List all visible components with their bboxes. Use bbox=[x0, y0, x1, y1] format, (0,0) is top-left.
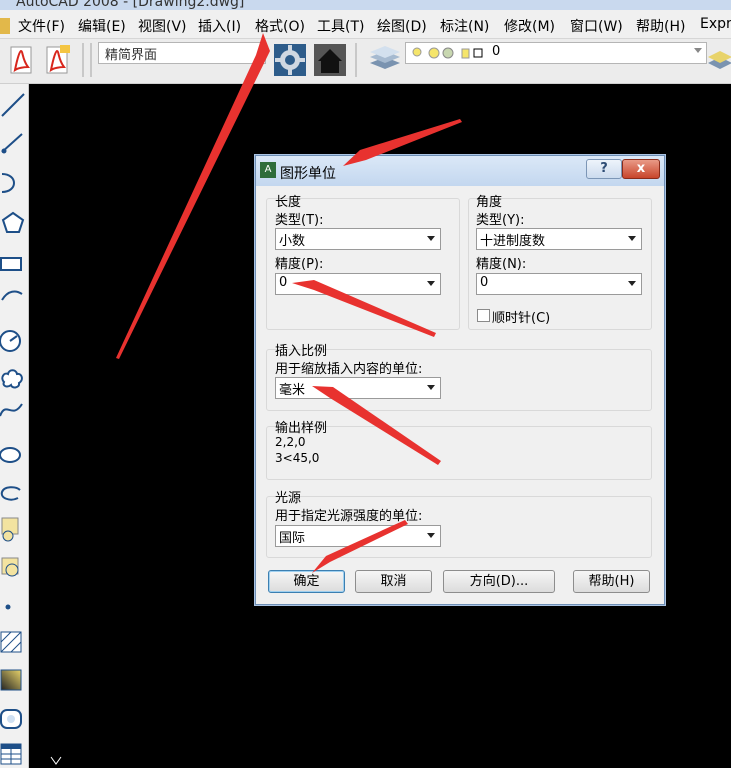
cancel-button[interactable]: 取消 bbox=[355, 570, 432, 593]
hatch-tool-icon[interactable] bbox=[0, 630, 26, 656]
workspace-value: 精简界面 bbox=[105, 48, 158, 63]
make-block-icon[interactable] bbox=[0, 556, 26, 582]
angle-precision-value: 0 bbox=[480, 275, 489, 290]
menu-help[interactable]: 帮助(H) bbox=[636, 16, 685, 36]
chevron-down-icon bbox=[427, 533, 435, 538]
lighting-group-label: 光源 bbox=[275, 491, 302, 506]
angle-precision-select[interactable]: 0 bbox=[476, 273, 642, 295]
insert-scale-select[interactable]: 毫米 bbox=[275, 377, 441, 399]
gradient-tool-icon[interactable] bbox=[0, 668, 26, 694]
angle-type-value: 十进制度数 bbox=[480, 234, 546, 249]
ok-button[interactable]: 确定 bbox=[268, 570, 345, 593]
chevron-down-icon bbox=[427, 281, 435, 286]
angle-group-label: 角度 bbox=[476, 195, 503, 210]
menu-edit[interactable]: 编辑(E) bbox=[78, 16, 126, 36]
insert-scale-value: 毫米 bbox=[279, 383, 306, 398]
rectangle-tool-icon[interactable] bbox=[0, 250, 26, 276]
length-type-select[interactable]: 小数 bbox=[275, 228, 441, 250]
layer-previous-icon[interactable] bbox=[708, 45, 731, 75]
layer-value: 0 bbox=[492, 44, 501, 59]
sample-output-line1: 2,2,0 bbox=[275, 435, 306, 449]
chevron-down-icon bbox=[628, 281, 636, 286]
menu-modify[interactable]: 修改(M) bbox=[504, 16, 555, 36]
table-tool-icon[interactable] bbox=[0, 740, 26, 766]
draw-toolbar bbox=[0, 84, 29, 768]
gear-icon[interactable] bbox=[273, 43, 307, 77]
sample-output-line2: 3<45,0 bbox=[275, 451, 320, 465]
length-group-label: 长度 bbox=[275, 195, 302, 210]
menu-window[interactable]: 窗口(W) bbox=[570, 16, 623, 36]
revision-cloud-icon[interactable] bbox=[0, 366, 26, 392]
layer-state-icons bbox=[412, 47, 483, 59]
menu-file[interactable]: 文件(F) bbox=[18, 16, 65, 36]
sample-output-group-label: 输出样例 bbox=[275, 421, 328, 436]
layers-icon[interactable] bbox=[368, 45, 402, 75]
menu-format[interactable]: 格式(O) bbox=[255, 16, 305, 36]
circle-tool-icon[interactable] bbox=[0, 328, 26, 354]
toolbar-separator bbox=[90, 43, 92, 77]
pdf-export-icon[interactable] bbox=[6, 43, 36, 77]
home-icon[interactable] bbox=[313, 43, 347, 77]
dialog-title-bar[interactable]: A 图形单位 ? x bbox=[256, 156, 664, 186]
ellipse-tool-icon[interactable] bbox=[0, 442, 26, 468]
length-type-value: 小数 bbox=[279, 234, 306, 249]
drawing-units-dialog: A 图形单位 ? x 长度 类型(T): 小数 精度(P): 0 角度 类型(Y… bbox=[255, 155, 665, 605]
angle-type-select[interactable]: 十进制度数 bbox=[476, 228, 642, 250]
lighting-desc: 用于指定光源强度的单位: bbox=[275, 509, 423, 524]
workspace-combo[interactable]: 精简界面 bbox=[98, 42, 266, 64]
region-tool-icon[interactable] bbox=[0, 706, 26, 732]
lighting-units-select[interactable]: 国际 bbox=[275, 525, 441, 547]
length-precision-select[interactable]: 0 bbox=[275, 273, 441, 295]
chevron-down-icon[interactable] bbox=[694, 48, 702, 53]
title-help-button[interactable]: ? bbox=[586, 159, 622, 179]
menu-express[interactable]: Expre bbox=[700, 16, 731, 32]
angle-type-label: 类型(Y): bbox=[476, 213, 525, 228]
ellipse-arc-tool-icon[interactable] bbox=[0, 480, 26, 506]
app-icon[interactable] bbox=[0, 18, 10, 34]
pdf-settings-icon[interactable] bbox=[42, 43, 72, 77]
length-precision-value: 0 bbox=[279, 275, 288, 290]
toolbar-separator bbox=[355, 43, 357, 77]
menu-dimension[interactable]: 标注(N) bbox=[440, 16, 489, 36]
menu-tools[interactable]: 工具(T) bbox=[317, 16, 364, 36]
chevron-down-icon bbox=[628, 236, 636, 241]
direction-button[interactable]: 方向(D)... bbox=[443, 570, 555, 593]
main-toolbar: 精简界面 0 bbox=[0, 39, 731, 84]
menu-bar: 文件(F) 编辑(E) 视图(V) 插入(I) 格式(O) 工具(T) 绘图(D… bbox=[0, 10, 731, 39]
chevron-down-icon bbox=[427, 236, 435, 241]
toolbar-separator bbox=[82, 43, 84, 77]
lighting-units-value: 国际 bbox=[279, 531, 306, 546]
clockwise-checkbox[interactable] bbox=[477, 309, 490, 322]
menu-view[interactable]: 视图(V) bbox=[138, 16, 187, 36]
clockwise-label: 顺时针(C) bbox=[492, 311, 551, 326]
menu-draw[interactable]: 绘图(D) bbox=[377, 16, 427, 36]
autocad-icon: A bbox=[260, 162, 276, 178]
insert-scale-group-label: 插入比例 bbox=[275, 344, 328, 359]
layer-combo[interactable]: 0 bbox=[405, 42, 707, 64]
close-button[interactable]: x bbox=[622, 159, 660, 179]
ucs-icon bbox=[50, 756, 62, 765]
window-title-bar: AutoCAD 2008 - [Drawing2.dwg] bbox=[0, 0, 731, 10]
polygon-tool-icon[interactable] bbox=[0, 210, 26, 236]
chevron-down-icon bbox=[427, 385, 435, 390]
window-title: AutoCAD 2008 - [Drawing2.dwg] bbox=[16, 0, 245, 10]
angle-precision-label: 精度(N): bbox=[476, 257, 527, 272]
ray-tool-icon[interactable] bbox=[0, 130, 26, 156]
length-precision-label: 精度(P): bbox=[275, 257, 324, 272]
spline-tool-icon[interactable] bbox=[0, 396, 26, 422]
arc-tool-icon[interactable] bbox=[0, 284, 26, 310]
line-tool-icon[interactable] bbox=[0, 92, 26, 118]
dialog-title: 图形单位 bbox=[280, 166, 336, 182]
point-tool-icon[interactable] bbox=[0, 594, 26, 620]
insert-block-icon[interactable] bbox=[0, 516, 26, 542]
polyline-tool-icon[interactable] bbox=[0, 170, 26, 196]
help-button[interactable]: 帮助(H) bbox=[573, 570, 650, 593]
length-type-label: 类型(T): bbox=[275, 213, 324, 228]
menu-insert[interactable]: 插入(I) bbox=[198, 16, 241, 36]
insert-scale-desc: 用于缩放插入内容的单位: bbox=[275, 362, 423, 377]
